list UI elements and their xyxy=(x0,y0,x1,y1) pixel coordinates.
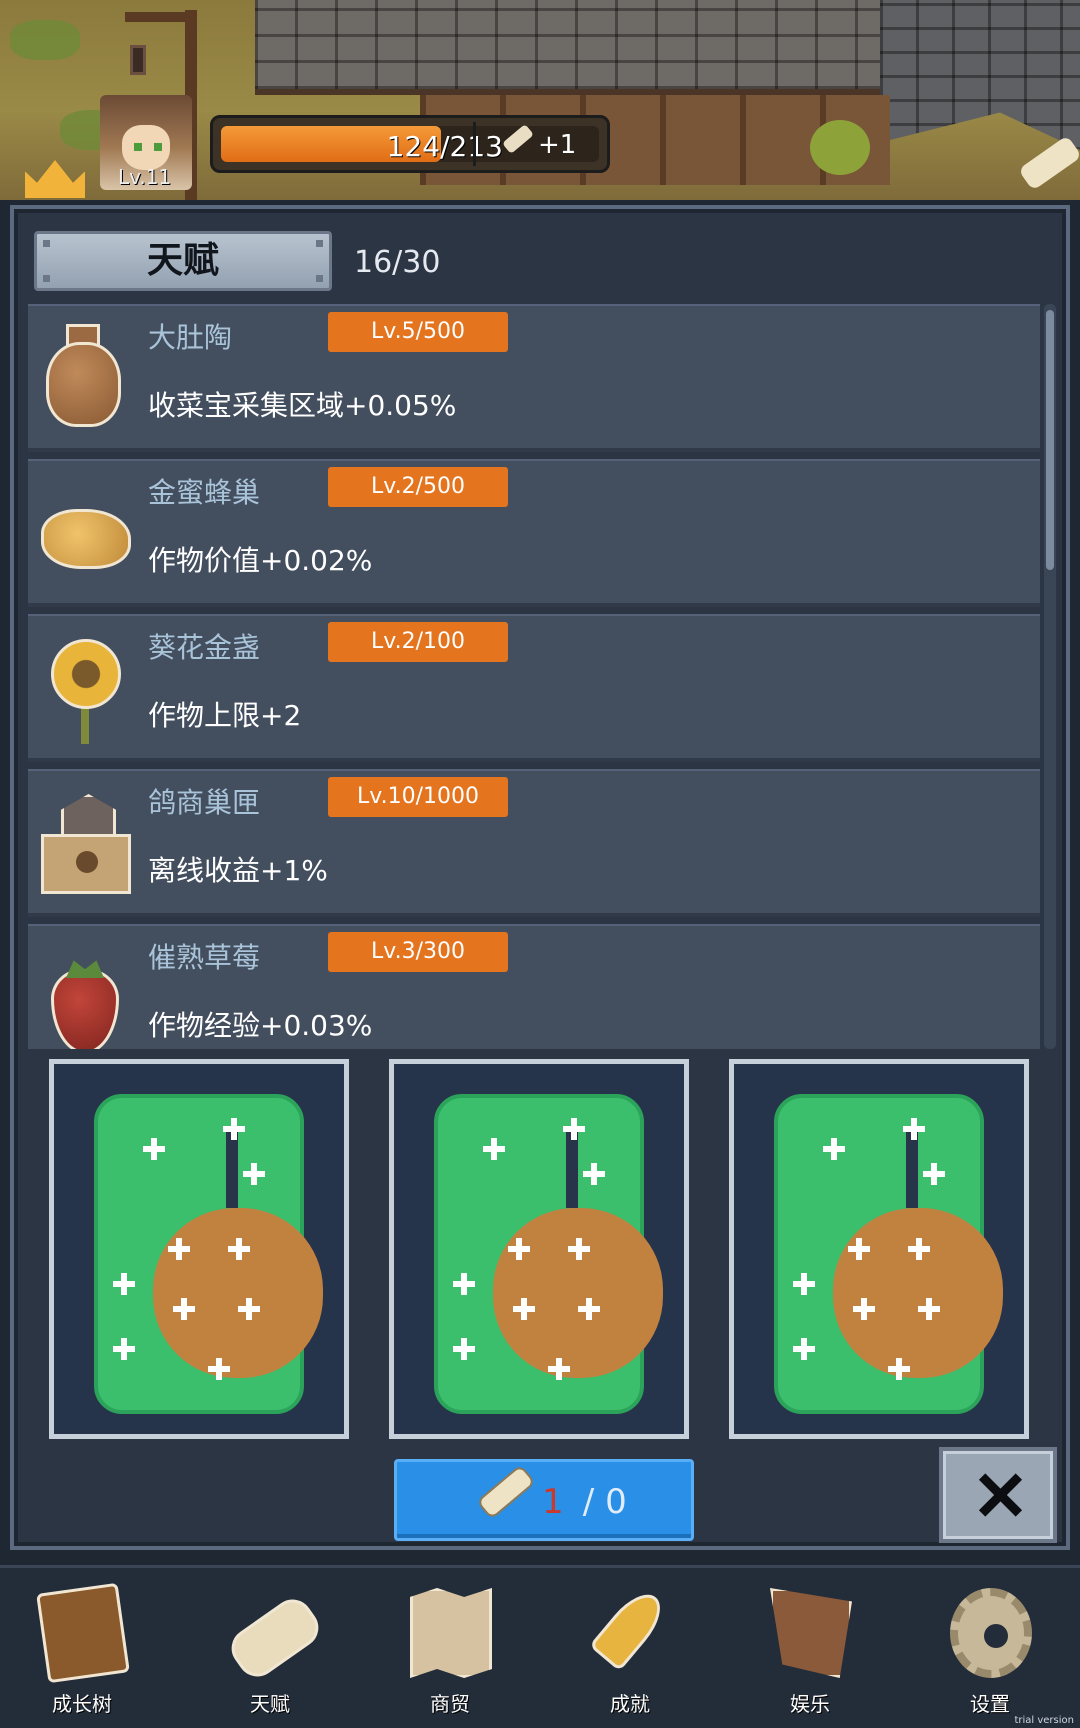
melon-card-icon xyxy=(94,1094,323,1414)
rivet xyxy=(43,240,50,247)
strawberry-icon xyxy=(36,944,136,1049)
talent-row[interactable]: 鸽商巢匣 Lv.10/1000 离线收益+1% xyxy=(28,769,1040,917)
nav-item-trade[interactable]: 商贸 xyxy=(390,1588,510,1723)
nav-item-entertainment[interactable]: 娱乐 xyxy=(750,1588,870,1723)
scroll-owned-count: 1 xyxy=(542,1482,564,1522)
scroll-bonus: +1 xyxy=(538,130,577,160)
scroll-icon xyxy=(476,1464,536,1520)
avatar-eye xyxy=(154,143,162,151)
talent-level-badge: Lv.2/100 xyxy=(328,622,508,662)
nav-label: 成就 xyxy=(610,1692,650,1716)
nav-label: 娱乐 xyxy=(790,1692,830,1716)
map-icon xyxy=(410,1588,492,1678)
talent-level-badge: Lv.5/500 xyxy=(328,312,508,352)
talent-card-slot[interactable] xyxy=(49,1059,349,1439)
talent-count: 16/30 xyxy=(354,245,441,280)
nav-item-achievement[interactable]: 成就 xyxy=(570,1584,690,1723)
talent-name: 金蜜蜂巢 xyxy=(148,476,261,509)
talent-card-slot[interactable] xyxy=(729,1059,1029,1439)
talent-name: 催熟草莓 xyxy=(148,941,261,974)
nav-item-talent[interactable]: 天赋 xyxy=(210,1588,330,1723)
clay-pot-icon xyxy=(36,324,136,434)
avatar-face xyxy=(122,125,170,170)
close-icon xyxy=(978,1473,1022,1517)
pigeon-nest-icon xyxy=(36,789,136,899)
talent-list[interactable]: 大肚陶 Lv.5/500 收菜宝采集区域+0.05% 金蜜蜂巢 Lv.2/500… xyxy=(28,304,1058,1049)
nav-label: 天赋 xyxy=(250,1692,290,1716)
sunflower-icon xyxy=(36,634,136,744)
bottom-nav: 成长树 天赋 商贸 成就 娱乐 设置 trial version xyxy=(0,1565,1080,1728)
scroll-cost: / 0 xyxy=(572,1482,627,1522)
talent-row[interactable]: 金蜜蜂巢 Lv.2/500 作物价值+0.02% xyxy=(28,459,1040,607)
talent-level-badge: Lv.10/1000 xyxy=(328,777,508,817)
rivet xyxy=(316,275,323,282)
crown-icon xyxy=(25,160,85,198)
talent-level-badge: Lv.3/300 xyxy=(328,932,508,972)
nav-item-growth-tree[interactable]: 成长树 xyxy=(22,1582,142,1723)
talent-effect: 作物上限+2 xyxy=(148,699,302,732)
talent-card-slot[interactable] xyxy=(389,1059,689,1439)
nav-label: 成长树 xyxy=(52,1692,112,1716)
nav-label: 设置 xyxy=(970,1692,1010,1716)
talent-level-badge: Lv.2/500 xyxy=(328,467,508,507)
leather-icon xyxy=(770,1588,852,1678)
talent-row[interactable]: 葵花金盏 Lv.2/100 作物上限+2 xyxy=(28,614,1040,762)
rivet xyxy=(43,275,50,282)
scroll-icon xyxy=(223,1591,327,1685)
panel-title: 天赋 xyxy=(34,231,332,291)
experience-value: 124/213 xyxy=(386,130,503,163)
talent-row[interactable]: 大肚陶 Lv.5/500 收菜宝采集区域+0.05% xyxy=(28,304,1040,452)
key-icon xyxy=(588,1584,672,1672)
talent-effect: 收菜宝采集区域+0.05% xyxy=(148,389,457,422)
scrollbar-thumb[interactable] xyxy=(1046,310,1054,570)
melon-card-icon xyxy=(774,1094,1003,1414)
book-icon xyxy=(36,1582,130,1684)
trial-watermark: trial version xyxy=(1014,1715,1074,1726)
bar-divider xyxy=(473,122,476,166)
nav-label: 商贸 xyxy=(430,1692,470,1716)
bush xyxy=(810,120,870,175)
player-level: Lv.11 xyxy=(118,165,172,189)
talent-row[interactable]: 催熟草莓 Lv.3/300 作物经验+0.03% xyxy=(28,924,1040,1049)
grass-decoration xyxy=(10,20,80,60)
talent-name: 葵花金盏 xyxy=(148,631,261,664)
talent-effect: 作物价值+0.02% xyxy=(148,544,373,577)
lantern-icon xyxy=(130,45,146,75)
talent-name: 鸽商巢匣 xyxy=(148,786,261,819)
game-scene: Lv.11 124/213 +1 xyxy=(0,0,1080,200)
talent-effect: 作物经验+0.03% xyxy=(148,1009,373,1042)
rivet xyxy=(316,240,323,247)
list-scrollbar[interactable] xyxy=(1044,304,1056,1049)
barn-roof xyxy=(255,0,895,95)
melon-card-icon xyxy=(434,1094,663,1414)
talent-name: 大肚陶 xyxy=(148,321,233,354)
talent-panel: 天赋 16/30 大肚陶 Lv.5/500 收菜宝采集区域+0.05% 金蜜蜂巢… xyxy=(10,205,1070,1550)
talent-effect: 离线收益+1% xyxy=(148,854,328,887)
avatar-eye xyxy=(134,143,142,151)
honeycomb-icon xyxy=(36,479,136,589)
gear-icon xyxy=(950,1588,1032,1678)
nav-item-settings[interactable]: 设置 xyxy=(930,1588,1050,1723)
panel-title-text: 天赋 xyxy=(146,240,219,281)
scroll-icon[interactable] xyxy=(1017,135,1080,191)
close-button[interactable] xyxy=(939,1447,1057,1543)
draw-talent-button[interactable]: 1 / 0 xyxy=(394,1459,694,1541)
experience-bar: 124/213 +1 xyxy=(210,115,610,173)
house-roof xyxy=(880,0,1080,150)
